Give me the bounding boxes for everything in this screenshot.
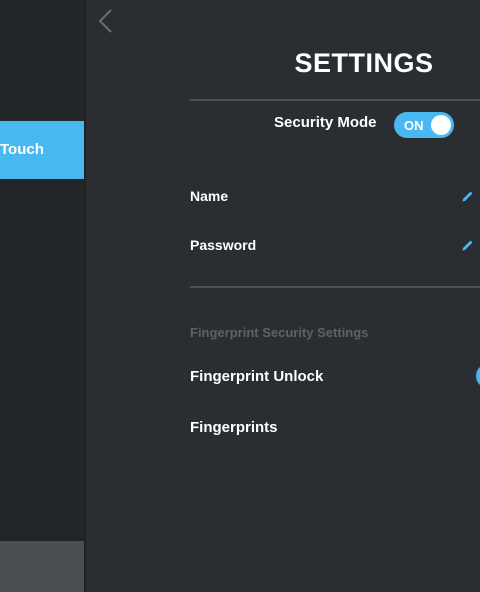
fingerprint-section-header: Fingerprint Security Settings (190, 325, 369, 340)
fingerprint-unlock-label: Fingerprint Unlock (190, 368, 324, 385)
fingerprint-unlock-toggle[interactable] (476, 364, 480, 388)
name-edit-button[interactable] (461, 189, 475, 203)
password-label: Password (190, 237, 257, 253)
sidebar-item-touch[interactable]: Touch (0, 121, 84, 179)
title-divider (190, 99, 480, 101)
back-button[interactable] (94, 6, 118, 36)
sidebar-shadow (84, 0, 87, 592)
page-title: SETTINGS (294, 48, 434, 78)
pencil-icon (462, 240, 473, 251)
sidebar-item-label: Touch (0, 141, 44, 158)
toggle-knob (431, 115, 451, 135)
security-mode-toggle[interactable]: ON (394, 112, 454, 138)
sidebar-bottom-panel (0, 541, 84, 592)
password-edit-button[interactable] (461, 238, 475, 252)
name-label: Name (190, 188, 229, 204)
chevron-left-icon (98, 9, 112, 33)
security-mode-label: Security Mode (274, 114, 377, 131)
pencil-icon (462, 191, 473, 202)
toggle-state-label: ON (404, 118, 424, 133)
section-divider (190, 286, 480, 288)
fingerprints-item[interactable]: Fingerprints (190, 419, 278, 436)
sidebar: Touch (0, 0, 84, 592)
